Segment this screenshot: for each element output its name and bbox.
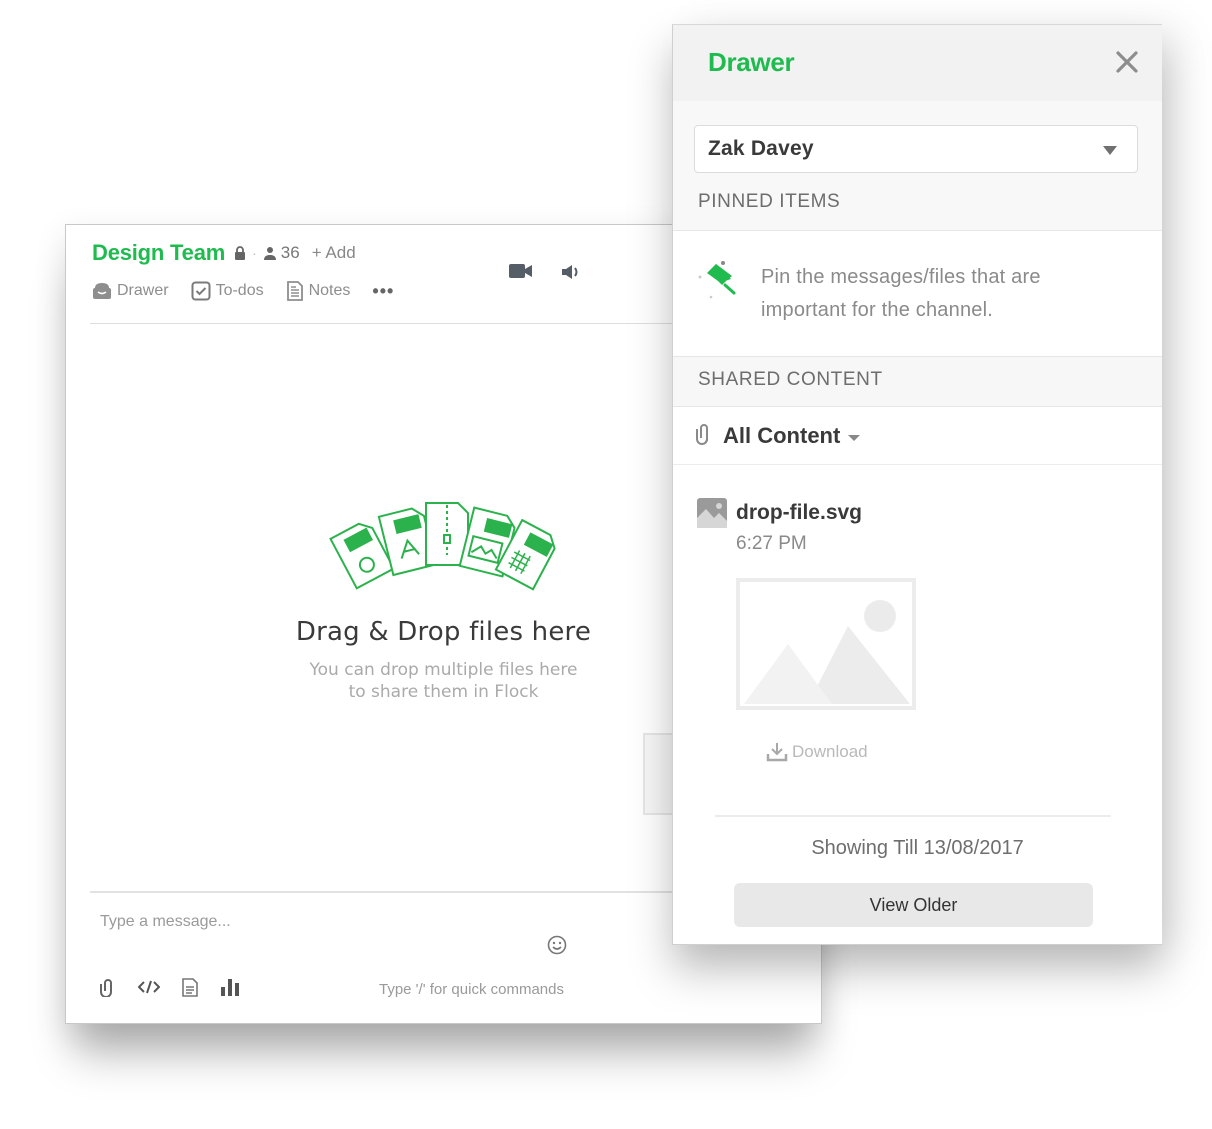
drawer-panel: Drawer Zak Davey PINNED ITEMS Pin the me… xyxy=(672,24,1162,945)
tool-label: Drawer xyxy=(117,282,169,299)
file-types-illustration-icon xyxy=(328,502,556,591)
composer-tools xyxy=(100,977,240,1002)
separator-dot: · xyxy=(252,245,257,261)
image-file-icon xyxy=(697,498,727,533)
paperclip-icon xyxy=(695,421,713,450)
channel-name[interactable]: Design Team xyxy=(92,240,225,266)
close-icon xyxy=(1116,51,1138,73)
audio-call-icon[interactable] xyxy=(561,263,581,286)
shared-content-heading: SHARED CONTENT xyxy=(698,369,883,390)
view-older-button[interactable]: View Older xyxy=(734,883,1093,927)
pinned-items-heading: PINNED ITEMS xyxy=(698,191,841,212)
download-label: Download xyxy=(792,742,868,761)
drawer-header: Drawer xyxy=(673,25,1162,101)
selected-person: Zak Davey xyxy=(708,137,814,160)
chevron-down-icon xyxy=(848,434,861,441)
drawer-title: Drawer xyxy=(708,47,795,77)
emoji-icon[interactable] xyxy=(547,935,567,960)
tool-label: To-dos xyxy=(215,282,264,299)
download-icon xyxy=(766,743,788,762)
add-member-link[interactable]: + Add xyxy=(312,243,356,263)
tool-label: Notes xyxy=(308,282,351,299)
download-link[interactable]: Download xyxy=(766,742,868,762)
list-divider xyxy=(715,815,1111,817)
lock-icon xyxy=(234,246,246,260)
tool-notes[interactable]: Notes xyxy=(286,281,351,301)
pin-icon xyxy=(697,259,747,308)
content-filter-dropdown[interactable]: All Content xyxy=(673,407,1162,465)
notes-icon xyxy=(286,281,303,301)
person-select-dropdown[interactable]: Zak Davey xyxy=(694,125,1138,173)
member-icon[interactable] xyxy=(263,246,277,260)
file-time: 6:27 PM xyxy=(736,533,807,554)
todo-checkbox-icon xyxy=(191,281,211,301)
attachment-icon[interactable] xyxy=(100,977,116,1002)
shared-file-item[interactable]: drop-file.svg 6:27 PM Download xyxy=(673,465,1162,795)
showing-till-text: Showing Till 13/08/2017 xyxy=(811,837,1024,859)
message-input[interactable] xyxy=(100,913,520,931)
tool-todos[interactable]: To-dos xyxy=(191,281,264,301)
chevron-down-icon xyxy=(1103,146,1117,155)
pinned-empty-text: Pin the messages/files that are importan… xyxy=(761,266,1041,321)
call-controls xyxy=(509,263,581,286)
quick-commands-hint: Type '/' for quick commands xyxy=(379,981,564,998)
more-options-button[interactable]: ••• xyxy=(372,281,394,302)
code-snippet-icon[interactable] xyxy=(137,979,161,1000)
content-filter-label: All Content xyxy=(723,422,841,448)
poll-icon[interactable] xyxy=(220,978,240,1001)
note-icon[interactable] xyxy=(182,977,198,1002)
tool-drawer[interactable]: Drawer xyxy=(92,282,169,300)
close-button[interactable] xyxy=(1114,49,1140,75)
video-call-icon[interactable] xyxy=(509,263,533,286)
drawer-icon xyxy=(93,283,111,299)
image-placeholder-icon xyxy=(736,578,916,710)
person-filter-zone: Zak Davey PINNED ITEMS xyxy=(673,101,1162,231)
shared-content-header: SHARED CONTENT xyxy=(673,357,1162,407)
member-count[interactable]: 36 xyxy=(281,243,300,263)
pinned-items-section: Pin the messages/files that are importan… xyxy=(673,231,1162,357)
file-name[interactable]: drop-file.svg xyxy=(736,501,862,525)
